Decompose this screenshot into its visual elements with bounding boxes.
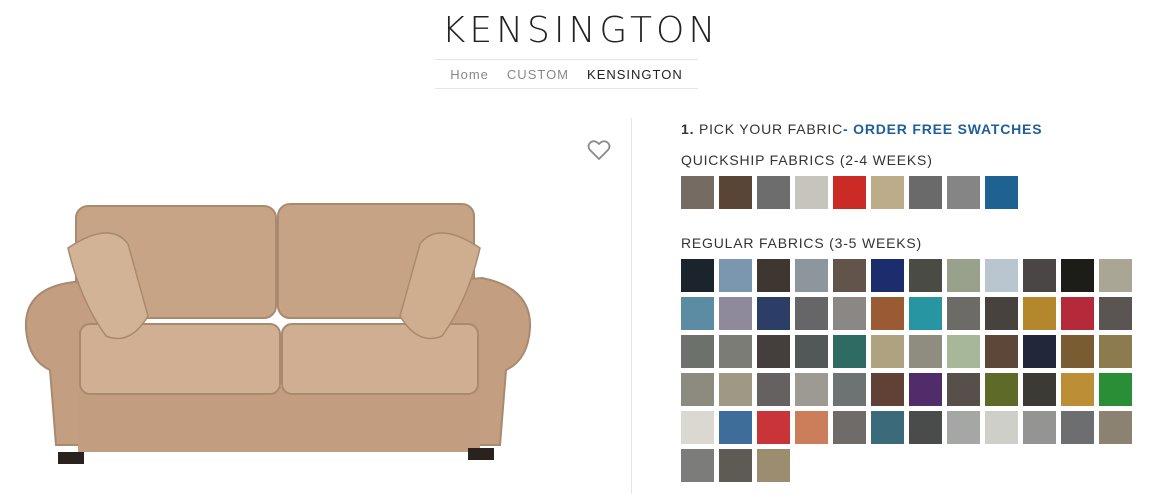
regular-fabric-swatch[interactable] [985, 259, 1018, 292]
page-title: KENSINGTON [441, 10, 720, 51]
regular-fabric-swatch[interactable] [947, 259, 980, 292]
regular-fabric-swatch[interactable] [719, 297, 752, 330]
heart-icon[interactable] [587, 139, 611, 161]
quickship-fabric-swatch[interactable] [681, 176, 714, 209]
regular-fabric-swatch[interactable] [719, 449, 752, 482]
quickship-fabric-swatch[interactable] [719, 176, 752, 209]
regular-fabric-swatch[interactable] [757, 259, 790, 292]
quickship-fabric-swatch[interactable] [985, 176, 1018, 209]
step-label: PICK YOUR FABRIC [698, 121, 843, 137]
regular-fabric-swatch[interactable] [909, 335, 942, 368]
fabric-step-heading: 1. PICK YOUR FABRIC- ORDER FREE SWATCHES [681, 121, 1042, 137]
regular-fabric-swatch[interactable] [833, 335, 866, 368]
regular-fabric-swatch[interactable] [681, 259, 714, 292]
regular-fabric-swatch[interactable] [947, 335, 980, 368]
regular-fabric-swatch[interactable] [1099, 411, 1132, 444]
step-number: 1. [681, 121, 695, 137]
regular-fabric-swatch[interactable] [757, 335, 790, 368]
regular-fabric-swatch[interactable] [1061, 297, 1094, 330]
regular-fabric-swatch[interactable] [1023, 259, 1056, 292]
regular-fabric-swatch[interactable] [871, 411, 904, 444]
regular-fabric-swatch[interactable] [985, 335, 1018, 368]
breadcrumb-current: KENSINGTON [587, 66, 683, 82]
regular-fabric-swatch[interactable] [1099, 335, 1132, 368]
regular-fabric-swatch[interactable] [795, 411, 828, 444]
regular-fabric-swatch[interactable] [681, 297, 714, 330]
regular-fabric-swatch[interactable] [871, 259, 904, 292]
regular-fabric-swatch[interactable] [909, 373, 942, 406]
regular-fabric-swatch[interactable] [681, 335, 714, 368]
regular-fabric-swatch[interactable] [871, 297, 904, 330]
quickship-fabric-swatch[interactable] [795, 176, 828, 209]
regular-fabric-swatch[interactable] [719, 373, 752, 406]
regular-fabric-swatch[interactable] [985, 411, 1018, 444]
regular-fabric-swatch[interactable] [719, 259, 752, 292]
regular-fabric-swatch[interactable] [1023, 411, 1056, 444]
regular-fabric-swatch[interactable] [909, 411, 942, 444]
regular-fabric-swatch[interactable] [757, 373, 790, 406]
regular-title: REGULAR FABRICS (3-5 WEEKS) [681, 235, 922, 251]
regular-fabric-swatch[interactable] [757, 449, 790, 482]
divider [631, 118, 632, 494]
regular-fabric-swatch[interactable] [1023, 297, 1056, 330]
regular-fabric-swatch[interactable] [871, 335, 904, 368]
regular-swatch-grid [681, 259, 1137, 482]
regular-fabric-swatch[interactable] [795, 373, 828, 406]
regular-fabric-swatch[interactable] [795, 297, 828, 330]
regular-fabric-swatch[interactable] [1023, 373, 1056, 406]
regular-fabric-swatch[interactable] [795, 259, 828, 292]
regular-fabric-swatch[interactable] [947, 297, 980, 330]
regular-fabric-swatch[interactable] [833, 297, 866, 330]
regular-fabric-swatch[interactable] [1099, 373, 1132, 406]
regular-fabric-swatch[interactable] [871, 373, 904, 406]
breadcrumb-custom-link[interactable]: CUSTOM [507, 67, 569, 82]
regular-fabric-swatch[interactable] [1061, 373, 1094, 406]
regular-fabric-swatch[interactable] [833, 373, 866, 406]
regular-fabric-swatch[interactable] [1099, 259, 1132, 292]
quickship-fabric-swatch[interactable] [871, 176, 904, 209]
product-image [24, 203, 532, 464]
regular-fabric-swatch[interactable] [1023, 335, 1056, 368]
regular-fabric-swatch[interactable] [947, 411, 980, 444]
regular-fabric-swatch[interactable] [795, 335, 828, 368]
regular-fabric-swatch[interactable] [833, 259, 866, 292]
regular-fabric-swatch[interactable] [719, 335, 752, 368]
regular-fabric-swatch[interactable] [985, 297, 1018, 330]
regular-fabric-swatch[interactable] [757, 411, 790, 444]
regular-fabric-swatch[interactable] [1099, 297, 1132, 330]
regular-fabric-swatch[interactable] [681, 449, 714, 482]
regular-fabric-swatch[interactable] [985, 373, 1018, 406]
quickship-swatch-grid [681, 176, 1137, 209]
quickship-fabric-swatch[interactable] [909, 176, 942, 209]
regular-fabric-swatch[interactable] [757, 297, 790, 330]
quickship-fabric-swatch[interactable] [947, 176, 980, 209]
order-swatches-link[interactable]: - ORDER FREE SWATCHES [843, 121, 1042, 137]
breadcrumb-home-link[interactable]: Home [450, 67, 489, 82]
regular-fabric-swatch[interactable] [681, 411, 714, 444]
regular-fabric-swatch[interactable] [1061, 411, 1094, 444]
regular-fabric-swatch[interactable] [681, 373, 714, 406]
regular-fabric-swatch[interactable] [909, 259, 942, 292]
regular-fabric-swatch[interactable] [909, 297, 942, 330]
quickship-fabric-swatch[interactable] [833, 176, 866, 209]
quickship-fabric-swatch[interactable] [757, 176, 790, 209]
breadcrumb: Home CUSTOM KENSINGTON [435, 59, 698, 89]
regular-fabric-swatch[interactable] [1061, 259, 1094, 292]
regular-fabric-swatch[interactable] [719, 411, 752, 444]
regular-fabric-swatch[interactable] [833, 411, 866, 444]
regular-fabric-swatch[interactable] [947, 373, 980, 406]
quickship-title: QUICKSHIP FABRICS (2-4 WEEKS) [681, 152, 933, 168]
regular-fabric-swatch[interactable] [1061, 335, 1094, 368]
